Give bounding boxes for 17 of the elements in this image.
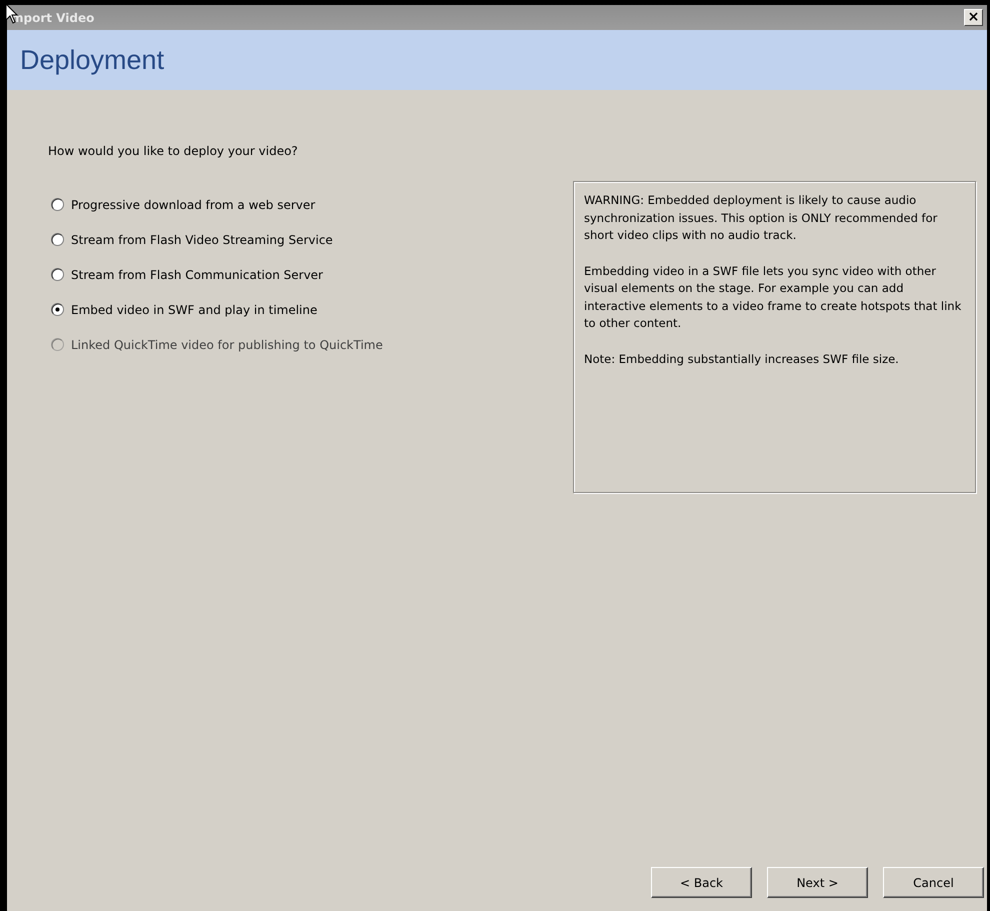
option-label[interactable]: Stream from Flash Communication Server bbox=[71, 268, 323, 282]
info-paragraph: Embedding video in a SWF file lets you sync video with other visual elements on the stage. For example you can add interactive elements to a video frame to create hotspots that link to other content. bbox=[584, 262, 962, 332]
wizard-button[interactable]: < Back bbox=[651, 867, 752, 898]
radio-button[interactable] bbox=[51, 233, 64, 246]
info-paragraph: WARNING: Embedded deployment is likely to cause audio synchronization issues. This option is ONLY recommended for short video clips with no audio track. bbox=[584, 192, 938, 244]
question-text: How would you like to deploy your video? bbox=[48, 144, 299, 158]
option-label[interactable]: Stream from Flash Video Streaming Service bbox=[71, 232, 333, 246]
radio-button[interactable] bbox=[51, 303, 64, 316]
page-heading: Deployment bbox=[20, 44, 164, 76]
wizard-button[interactable]: Cancel bbox=[883, 867, 984, 898]
close-button[interactable]: × bbox=[964, 9, 983, 26]
option-label[interactable]: Embed video in SWF and play in timeline bbox=[71, 302, 318, 316]
radio-button[interactable] bbox=[51, 268, 64, 281]
option-label[interactable]: Progressive download from a web server bbox=[71, 198, 316, 212]
radio-button[interactable] bbox=[51, 198, 64, 211]
wizard-button[interactable]: Next > bbox=[767, 867, 868, 898]
info-paragraph: Note: Embedding substantially increases SWF file size. bbox=[584, 350, 900, 368]
